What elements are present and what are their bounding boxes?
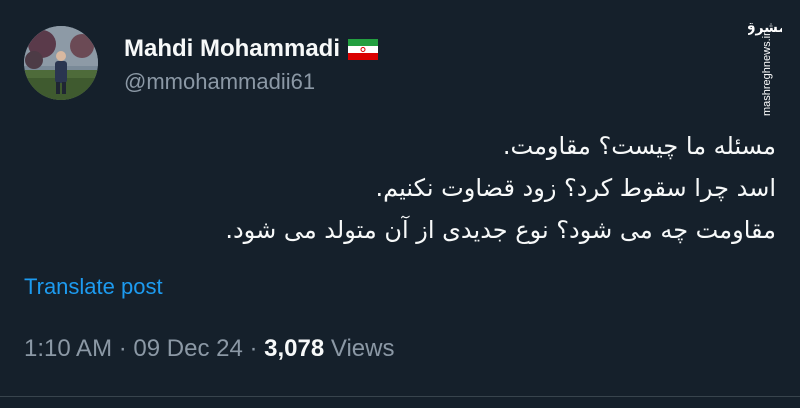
tweet-line: مسئله ما چیست؟ مقاومت. <box>502 132 776 160</box>
display-name-text: Mahdi Mohammadi <box>124 35 341 62</box>
views-label: Views <box>330 335 395 362</box>
tweet-meta: 1:10 AM · 09 Dec 24 · 3,078 Views <box>24 335 394 363</box>
tweet-text: مسئله ما چیست؟ مقاومت. اسد چرا سقوط کرد؟… <box>156 125 776 251</box>
mashregh-logo-icon: مشرق mashreghnews.ir <box>743 20 787 116</box>
iran-flag-icon <box>348 38 379 60</box>
divider <box>0 396 800 397</box>
profile-photo-icon <box>24 26 98 100</box>
user-handle[interactable]: @mmohammadii61 <box>124 69 315 95</box>
watermark: مشرق mashreghnews.ir <box>743 12 787 122</box>
tweet-line: اسد چرا سقوط کرد؟ زود قضاوت نکنیم. <box>375 174 777 202</box>
tweet-line: مقاومت چه می شود؟ نوع جدیدی از آن متولد … <box>225 216 776 244</box>
translate-post-link[interactable]: Translate post <box>24 274 163 300</box>
views-count: 3,078 <box>264 335 325 362</box>
svg-text:mashreghnews.ir: mashreghnews.ir <box>761 32 773 116</box>
post-date[interactable]: 09 Dec 24 <box>133 335 242 362</box>
display-name[interactable]: Mahdi Mohammadi <box>124 35 379 63</box>
meta-separator: · <box>249 335 258 362</box>
meta-separator: · <box>118 335 127 362</box>
avatar[interactable] <box>24 26 98 100</box>
post-time[interactable]: 1:10 AM <box>24 335 112 362</box>
